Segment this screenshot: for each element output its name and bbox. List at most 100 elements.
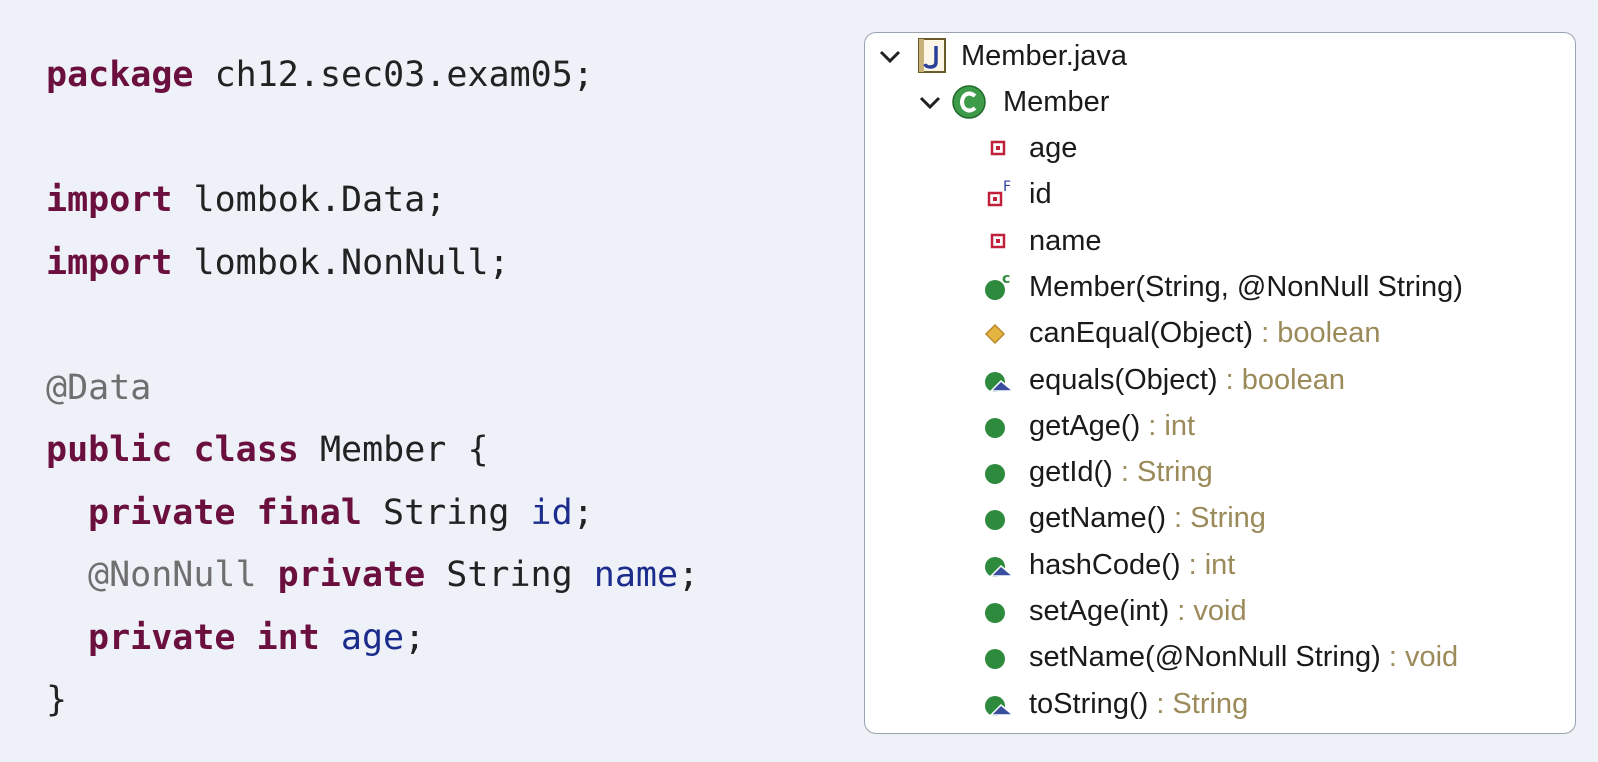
public-method-icon — [981, 592, 1017, 630]
outline-member-item[interactable]: equals(Object) : boolean — [865, 357, 1575, 403]
outline-member-label: canEqual(Object) : boolean — [1029, 310, 1380, 356]
outline-member-item[interactable]: toString() : String — [865, 681, 1575, 727]
code-line-close: } — [46, 669, 699, 732]
code-line-import-nonnull: import lombok.NonNull; — [46, 232, 699, 295]
chevron-down-icon[interactable] — [915, 87, 945, 117]
outline-class-node[interactable]: Member — [865, 79, 1575, 125]
outline-member-label: Member(String, @NonNull String) — [1029, 264, 1463, 310]
outline-member-label: getId() : String — [1029, 449, 1213, 495]
member-signature: getAge() — [1029, 409, 1141, 442]
public-method-icon — [981, 499, 1017, 537]
member-return-type: : int — [1140, 409, 1196, 442]
outline-member-item[interactable]: getName() : String — [865, 495, 1575, 541]
type-name: String — [425, 555, 594, 595]
member-signature: canEqual(Object) — [1029, 317, 1254, 350]
keyword: public — [46, 430, 173, 470]
outline-member-label: setName(@NonNull String) : void — [1029, 634, 1458, 680]
outline-member-item[interactable]: getId() : String — [865, 449, 1575, 495]
code-line-annotation: @Data — [46, 357, 699, 420]
svg-text:c: c — [1002, 271, 1010, 287]
outline-member-item[interactable]: Fid — [865, 171, 1575, 217]
keyword: private — [88, 617, 236, 658]
outline-member-label: name — [1029, 218, 1102, 264]
outline-member-item[interactable]: canEqual(Object) : boolean — [865, 310, 1575, 356]
outline-member-label: equals(Object) : boolean — [1029, 357, 1345, 403]
public-method-icon — [981, 453, 1017, 491]
keyword: import — [46, 180, 173, 220]
member-signature: setName(@NonNull String) — [1029, 641, 1381, 674]
protected-method-icon — [981, 314, 1017, 352]
member-signature: getId() — [1029, 456, 1113, 489]
private-field-icon — [981, 129, 1017, 167]
member-signature: age — [1029, 132, 1078, 164]
keyword: import — [46, 242, 173, 283]
override-method-icon — [981, 361, 1017, 399]
outline-member-item[interactable]: setAge(int) : void — [865, 588, 1575, 634]
constructor-icon: c — [981, 268, 1017, 306]
package-name: ch12.sec03.exam05; — [193, 55, 594, 95]
outline-member-item[interactable]: getAge() : int — [865, 403, 1575, 449]
member-signature: setAge(int) — [1029, 595, 1170, 627]
override-method-icon — [981, 685, 1017, 723]
public-method-icon — [981, 638, 1017, 676]
code-line-field-age: private int age; — [46, 607, 699, 670]
semicolon: ; — [572, 492, 594, 533]
close-brace: } — [46, 680, 68, 720]
outline-member-label: id — [1029, 171, 1052, 217]
outline-view[interactable]: Member.java Member age Fid name c Member(Str… — [864, 32, 1576, 734]
member-signature: name — [1029, 224, 1102, 257]
field-name: age — [340, 617, 405, 658]
keyword: int — [256, 617, 320, 658]
type-name: String — [361, 492, 531, 533]
member-return-type: : String — [1166, 502, 1266, 535]
member-signature: Member(String, @NonNull String) — [1029, 270, 1463, 303]
chevron-down-icon[interactable] — [875, 41, 905, 71]
outline-member-label: hashCode() : int — [1029, 542, 1235, 588]
private-final-field-icon: F — [981, 175, 1017, 213]
member-signature: toString() — [1029, 687, 1149, 720]
private-field-icon — [981, 222, 1017, 260]
member-return-type: : boolean — [1217, 363, 1345, 396]
outline-file-node[interactable]: Member.java — [865, 33, 1575, 79]
outline-member-label: setAge(int) : void — [1029, 588, 1247, 634]
import-path: lombok.Data; — [172, 180, 447, 220]
keyword: package — [46, 55, 194, 95]
outline-member-item[interactable]: setName(@NonNull String) : void — [865, 634, 1575, 680]
code-line-class-decl: public class Member { — [46, 419, 699, 482]
outline-member-label: toString() : String — [1029, 681, 1248, 727]
svg-text:F: F — [1003, 179, 1011, 195]
member-return-type: : String — [1148, 687, 1249, 720]
outline-member-item[interactable]: name — [865, 218, 1575, 264]
outline-member-item[interactable]: age — [865, 125, 1575, 171]
code-editor: package ch12.sec03.exam05; import lombok… — [46, 44, 699, 732]
class-name: Member { — [298, 430, 489, 470]
member-return-type: : String — [1112, 456, 1213, 489]
member-signature: equals(Object) — [1029, 363, 1218, 396]
outline-member-label: getName() : String — [1029, 495, 1266, 541]
member-signature: id — [1029, 178, 1052, 211]
field-name: name — [593, 555, 679, 595]
keyword: private — [277, 555, 426, 595]
annotation: @Data — [46, 367, 152, 408]
code-line-field-id: private final String id; — [46, 482, 699, 545]
outline-member-item[interactable]: c Member(String, @NonNull String) — [865, 264, 1575, 310]
public-method-icon — [981, 407, 1017, 445]
field-name: id — [530, 492, 573, 533]
keyword: final — [256, 492, 362, 533]
semicolon: ; — [404, 617, 426, 658]
member-signature: getName() — [1029, 502, 1166, 535]
override-method-icon — [981, 546, 1017, 584]
java-file-icon — [915, 37, 951, 75]
outline-member-item[interactable]: hashCode() : int — [865, 542, 1575, 588]
member-return-type: : void — [1380, 641, 1459, 674]
code-line-package: package ch12.sec03.exam05; — [46, 44, 699, 107]
class-icon — [951, 83, 987, 121]
keyword: class — [193, 430, 299, 470]
import-path: lombok.NonNull; — [172, 242, 510, 283]
code-line-import-data: import lombok.Data; — [46, 169, 699, 232]
outline-class-label: Member — [1003, 86, 1110, 118]
member-return-type: : boolean — [1253, 317, 1381, 350]
code-line-field-name: @NonNull private String name; — [46, 544, 699, 607]
